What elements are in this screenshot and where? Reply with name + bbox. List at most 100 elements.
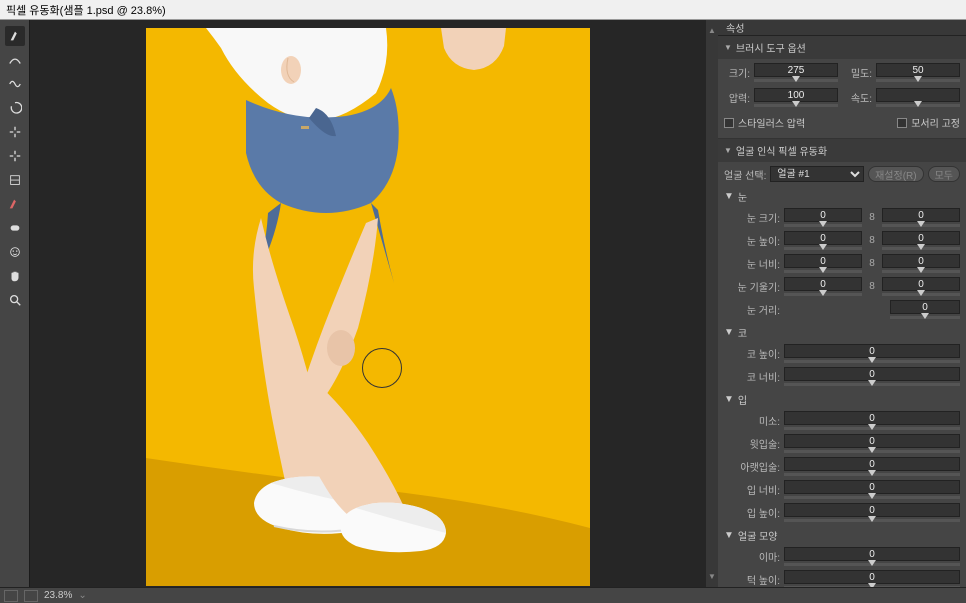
- nose-width-label: 코 너비:: [724, 369, 780, 384]
- pin-edges-checkbox[interactable]: [897, 118, 907, 128]
- statusbar-button-1[interactable]: [4, 590, 18, 602]
- brush-density-input[interactable]: [876, 63, 960, 77]
- brush-size-input[interactable]: [754, 63, 838, 77]
- eye-width-left-slider[interactable]: [784, 270, 862, 273]
- freeze-mask-tool[interactable]: [5, 194, 25, 214]
- forehead-input[interactable]: [784, 547, 960, 561]
- eye-height-left-slider[interactable]: [784, 247, 862, 250]
- statusbar-button-2[interactable]: [24, 590, 38, 602]
- panel-collapse-strip[interactable]: ▲▼: [706, 20, 718, 587]
- smooth-tool[interactable]: [5, 74, 25, 94]
- brush-rate-label: 속도:: [846, 90, 872, 105]
- eye-tilt-right-slider[interactable]: [882, 293, 960, 296]
- eyes-header[interactable]: ▼눈: [718, 186, 966, 207]
- mouth-width-input[interactable]: [784, 480, 960, 494]
- canvas-image: [146, 28, 590, 586]
- eye-tilt-left-slider[interactable]: [784, 293, 862, 296]
- lower-lip-label: 아랫입술:: [724, 459, 780, 474]
- face-select-label: 얼굴 선택:: [724, 167, 766, 182]
- eye-tilt-left[interactable]: [784, 277, 862, 291]
- canvas-area[interactable]: [30, 20, 706, 587]
- eye-height-right-slider[interactable]: [882, 247, 960, 250]
- eye-size-right-slider[interactable]: [882, 224, 960, 227]
- stylus-pressure-label: 스타일러스 압력: [738, 115, 805, 130]
- eye-width-label: 눈 너비:: [724, 256, 780, 271]
- eye-distance-slider[interactable]: [890, 316, 960, 319]
- lower-lip-input[interactable]: [784, 457, 960, 471]
- eye-distance-input[interactable]: [890, 300, 960, 314]
- mouth-height-label: 입 높이:: [724, 505, 780, 520]
- link-icon[interactable]: 8: [866, 281, 878, 292]
- chin-height-slider[interactable]: [784, 586, 960, 587]
- window-title: 픽셀 유동화(샘플 1.psd @ 23.8%): [0, 0, 966, 20]
- brush-pressure-input[interactable]: [754, 88, 838, 102]
- brush-density-slider[interactable]: [876, 79, 960, 82]
- mouth-header[interactable]: ▼입: [718, 389, 966, 410]
- face-liquify-header[interactable]: ▼얼굴 인식 픽셀 유동화: [718, 139, 966, 162]
- eye-height-right[interactable]: [882, 231, 960, 245]
- tool-strip: [0, 20, 30, 587]
- link-icon[interactable]: 8: [866, 212, 878, 223]
- lower-lip-slider[interactable]: [784, 473, 960, 476]
- face-select-dropdown[interactable]: 얼굴 #1: [770, 166, 864, 182]
- smile-label: 미소:: [724, 413, 780, 428]
- smile-input[interactable]: [784, 411, 960, 425]
- eye-size-right[interactable]: [882, 208, 960, 222]
- forehead-label: 이마:: [724, 549, 780, 564]
- push-left-tool[interactable]: [5, 170, 25, 190]
- brush-options-header[interactable]: ▼브러시 도구 옵션: [718, 36, 966, 59]
- nose-height-label: 코 높이:: [724, 346, 780, 361]
- eye-width-left[interactable]: [784, 254, 862, 268]
- pucker-tool[interactable]: [5, 122, 25, 142]
- mouth-width-label: 입 너비:: [724, 482, 780, 497]
- nose-header[interactable]: ▼코: [718, 322, 966, 343]
- nose-width-slider[interactable]: [784, 383, 960, 386]
- forward-warp-tool[interactable]: [5, 26, 25, 46]
- properties-panel: 속성 ▼브러시 도구 옵션 크기: 밀도: 압력: 속도: 스타일러스 압력 모…: [718, 20, 966, 587]
- smile-slider[interactable]: [784, 427, 960, 430]
- chin-height-label: 턱 높이:: [724, 572, 780, 587]
- eye-width-right-slider[interactable]: [882, 270, 960, 273]
- brush-rate-input[interactable]: [876, 88, 960, 102]
- face-shape-header[interactable]: ▼얼굴 모양: [718, 525, 966, 546]
- thaw-mask-tool[interactable]: [5, 218, 25, 238]
- brush-rate-slider[interactable]: [876, 104, 960, 107]
- brush-density-label: 밀도:: [846, 65, 872, 80]
- zoom-level[interactable]: 23.8%: [44, 590, 72, 601]
- mouth-width-slider[interactable]: [784, 496, 960, 499]
- eye-size-left[interactable]: [784, 208, 862, 222]
- brush-size-slider[interactable]: [754, 79, 838, 82]
- reconstruct-tool[interactable]: [5, 50, 25, 70]
- nose-height-slider[interactable]: [784, 360, 960, 363]
- chin-height-input[interactable]: [784, 570, 960, 584]
- pin-edges-label: 모서리 고정: [911, 115, 960, 130]
- eye-height-left[interactable]: [784, 231, 862, 245]
- hand-tool[interactable]: [5, 266, 25, 286]
- link-icon[interactable]: 8: [866, 258, 878, 269]
- face-all-button[interactable]: 모두: [928, 166, 960, 182]
- nose-width-input[interactable]: [784, 367, 960, 381]
- mouth-height-input[interactable]: [784, 503, 960, 517]
- status-bar: 23.8% ⌄: [0, 587, 966, 603]
- eye-tilt-right[interactable]: [882, 277, 960, 291]
- zoom-tool[interactable]: [5, 290, 25, 310]
- face-reset-button[interactable]: 재설정(R): [868, 166, 923, 182]
- link-icon[interactable]: 8: [866, 235, 878, 246]
- eye-size-label: 눈 크기:: [724, 210, 780, 225]
- eye-size-left-slider[interactable]: [784, 224, 862, 227]
- bloat-tool[interactable]: [5, 146, 25, 166]
- eye-distance-label: 눈 거리:: [724, 302, 780, 317]
- upper-lip-label: 윗입술:: [724, 436, 780, 451]
- eye-width-right[interactable]: [882, 254, 960, 268]
- upper-lip-slider[interactable]: [784, 450, 960, 453]
- twirl-tool[interactable]: [5, 98, 25, 118]
- brush-pressure-slider[interactable]: [754, 104, 838, 107]
- stylus-pressure-checkbox[interactable]: [724, 118, 734, 128]
- brush-pressure-label: 압력:: [724, 90, 750, 105]
- mouth-height-slider[interactable]: [784, 519, 960, 522]
- upper-lip-input[interactable]: [784, 434, 960, 448]
- nose-height-input[interactable]: [784, 344, 960, 358]
- zoom-dropdown-icon[interactable]: ⌄: [78, 590, 86, 601]
- face-tool[interactable]: [5, 242, 25, 262]
- forehead-slider[interactable]: [784, 563, 960, 566]
